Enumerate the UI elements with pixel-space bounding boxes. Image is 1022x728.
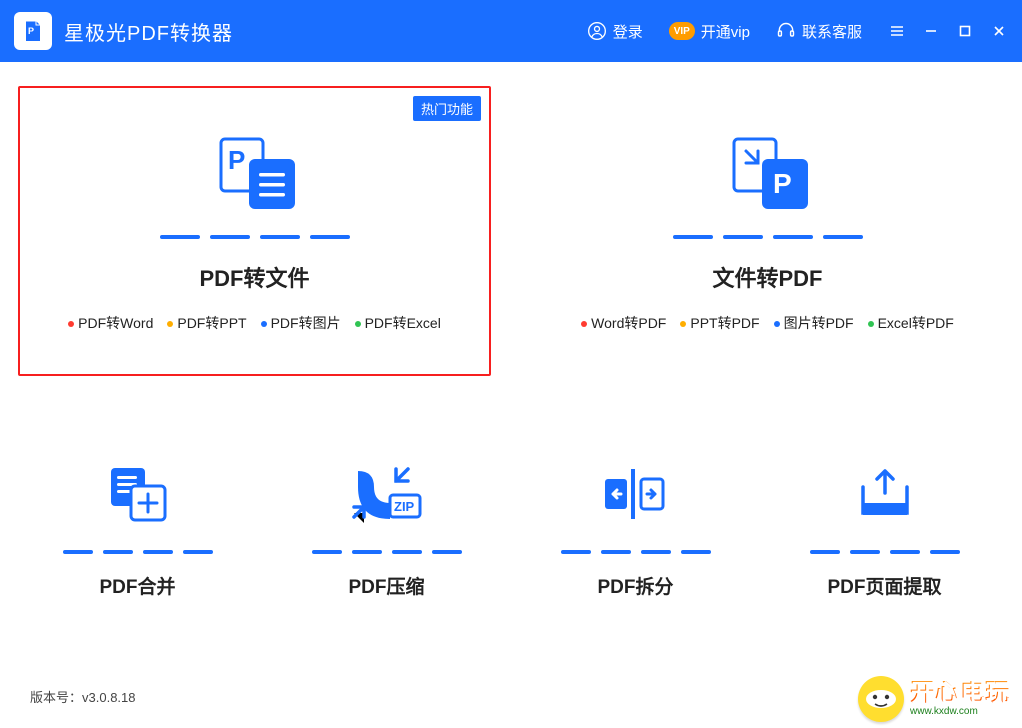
vip-label: 开通vip (701, 21, 750, 42)
card-subs: PDF转Word PDF转PPT PDF转图片 PDF转Excel (68, 313, 441, 333)
login-label: 登录 (613, 21, 643, 42)
divider (561, 550, 711, 554)
card-title: 文件转PDF (712, 261, 822, 293)
divider (63, 550, 213, 554)
divider (810, 550, 960, 554)
pdf-to-file-icon: P (211, 129, 299, 219)
split-icon (601, 460, 671, 528)
card-pdf-compress[interactable]: ZIP PDF压缩 (267, 442, 506, 599)
site-watermark: 开心电玩 www.kxdw.com (858, 676, 1010, 722)
card-title: PDF转文件 (199, 261, 309, 293)
user-icon (587, 21, 607, 41)
headset-icon (776, 21, 796, 41)
card-title: PDF合并 (99, 572, 175, 599)
svg-text:P: P (28, 26, 34, 36)
card-title: PDF压缩 (348, 572, 424, 599)
maximize-button[interactable] (956, 22, 974, 40)
divider (160, 235, 350, 239)
gamepad-icon (858, 676, 904, 722)
support-button[interactable]: 联系客服 (776, 21, 862, 42)
watermark-url: www.kxdw.com (910, 707, 1010, 717)
title-bar: PPDF 星极光PDF转换器 登录 VIP 开通vip 联系客服 (0, 0, 1022, 62)
minimize-button[interactable] (922, 22, 940, 40)
card-pdf-merge[interactable]: PDF合并 (18, 442, 257, 599)
svg-text:P: P (773, 168, 792, 199)
version-label: 版本号：v3.0.8.18 (30, 687, 136, 706)
card-file-to-pdf[interactable]: P 文件转PDF Word转PDF PPT转PDF 图片转PDF Excel转P… (531, 86, 1004, 376)
divider (312, 550, 462, 554)
app-logo-icon: PPDF (14, 12, 52, 50)
card-subs: Word转PDF PPT转PDF 图片转PDF Excel转PDF (581, 313, 954, 333)
support-label: 联系客服 (802, 21, 862, 42)
svg-text:PDF: PDF (26, 37, 36, 43)
card-pdf-to-file[interactable]: 热门功能 P PDF转文件 PDF转Word PDF转PPT PDF转图片 PD… (18, 86, 491, 376)
login-button[interactable]: 登录 (587, 21, 643, 42)
vip-button[interactable]: VIP 开通vip (669, 21, 750, 42)
hot-badge: 热门功能 (413, 96, 481, 121)
compress-icon: ZIP (352, 460, 422, 528)
divider (673, 235, 863, 239)
card-title: PDF页面提取 (827, 572, 941, 599)
svg-text:P: P (228, 145, 245, 175)
file-to-pdf-icon: P (724, 129, 812, 219)
watermark-cn: 开心电玩 (910, 681, 1010, 705)
card-pdf-split[interactable]: PDF拆分 (516, 442, 755, 599)
close-button[interactable] (990, 22, 1008, 40)
svg-text:ZIP: ZIP (394, 499, 415, 514)
merge-icon (105, 460, 171, 528)
app-title: 星极光PDF转换器 (64, 17, 233, 46)
card-pdf-extract[interactable]: PDF页面提取 (765, 442, 1004, 599)
menu-button[interactable] (888, 22, 906, 40)
vip-badge-icon: VIP (669, 22, 695, 40)
card-title: PDF拆分 (597, 572, 673, 599)
extract-icon (853, 460, 917, 528)
